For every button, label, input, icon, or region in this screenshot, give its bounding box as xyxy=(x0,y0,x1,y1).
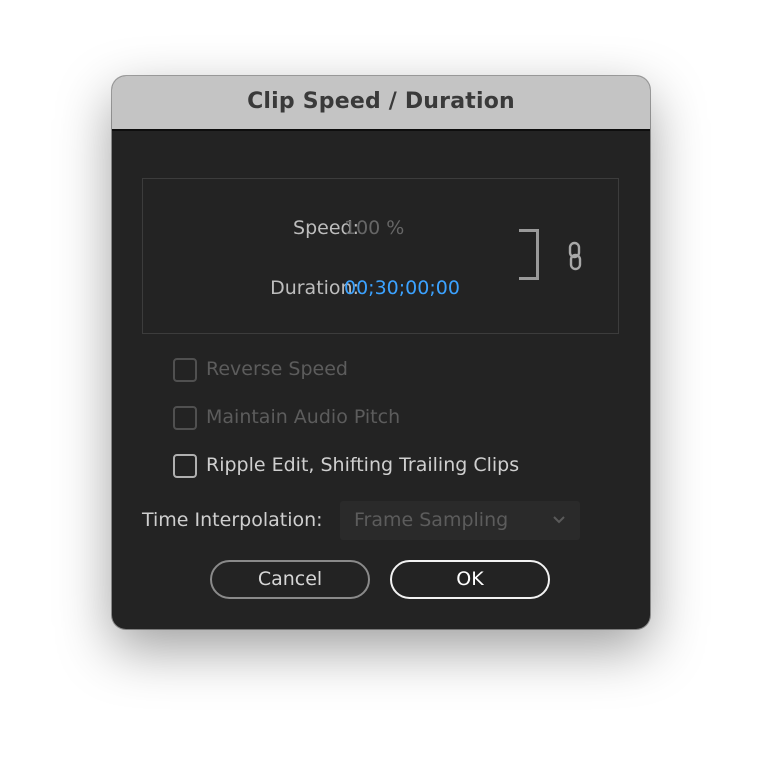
time-interpolation-label: Time Interpolation: xyxy=(142,509,323,531)
maintain-audio-pitch-checkbox[interactable] xyxy=(173,406,197,430)
cancel-button[interactable]: Cancel xyxy=(210,560,370,599)
speed-duration-panel: Speed: 100 % Duration: 00;30;00;00 xyxy=(142,178,619,334)
ripple-edit-label[interactable]: Ripple Edit, Shifting Trailing Clips xyxy=(206,454,519,476)
title-bar[interactable]: Clip Speed / Duration xyxy=(112,76,650,131)
duration-label: Duration: xyxy=(270,277,359,299)
time-interpolation-select[interactable]: Frame Sampling xyxy=(340,501,580,540)
reverse-speed-label: Reverse Speed xyxy=(206,358,348,380)
reverse-speed-checkbox[interactable] xyxy=(173,358,197,382)
dialog-title: Clip Speed / Duration xyxy=(247,89,515,114)
ok-button[interactable]: OK xyxy=(390,560,550,599)
speed-value[interactable]: 100 % xyxy=(344,217,404,239)
time-interpolation-value: Frame Sampling xyxy=(354,509,509,531)
link-bracket xyxy=(519,229,539,280)
speed-label: Speed: xyxy=(293,217,359,239)
ripple-edit-checkbox[interactable] xyxy=(173,454,197,478)
chevron-down-icon xyxy=(553,516,565,524)
duration-value[interactable]: 00;30;00;00 xyxy=(344,277,460,299)
clip-speed-dialog: Clip Speed / Duration Speed: 100 % Durat… xyxy=(112,76,650,629)
link-icon[interactable] xyxy=(567,241,583,271)
maintain-audio-pitch-label: Maintain Audio Pitch xyxy=(206,406,401,428)
